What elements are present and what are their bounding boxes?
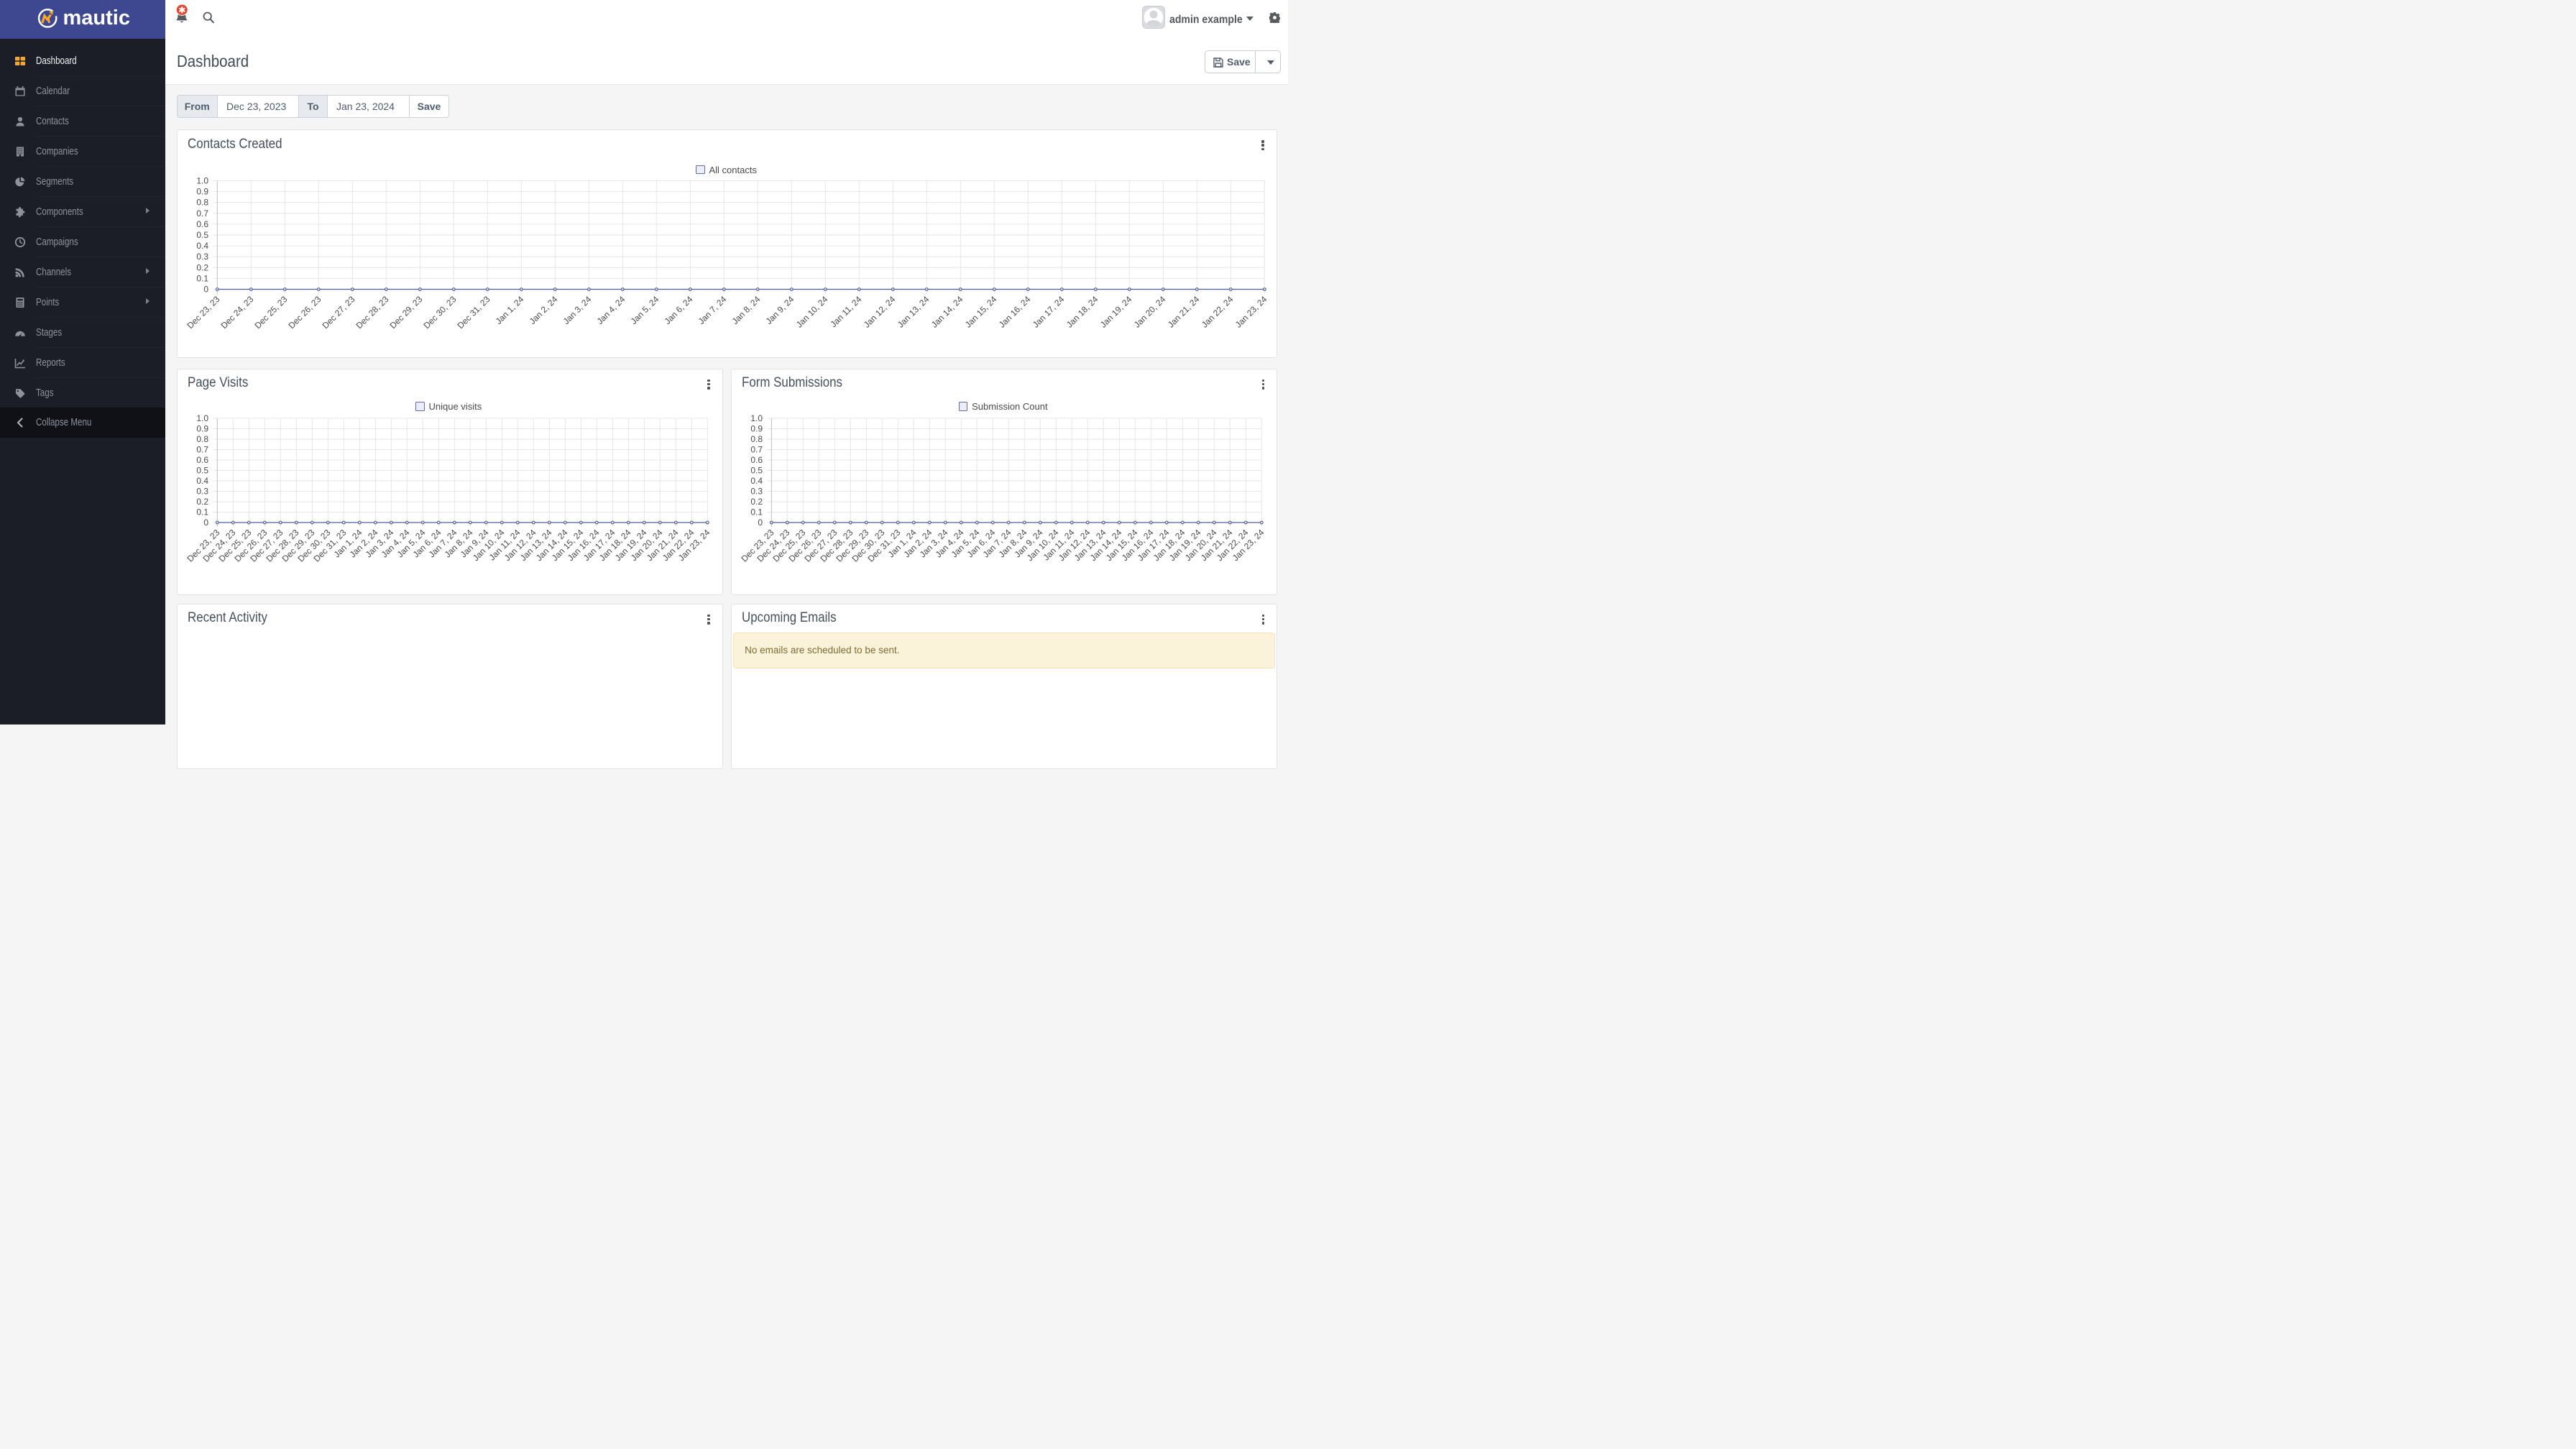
- svg-text:Jan 2, 24: Jan 2, 24: [527, 294, 559, 326]
- svg-text:Jan 17, 24: Jan 17, 24: [1030, 294, 1066, 330]
- svg-text:Dec 30, 23: Dec 30, 23: [421, 294, 458, 331]
- svg-text:Jan 1, 24: Jan 1, 24: [493, 294, 525, 326]
- svg-text:Jan 10, 24: Jan 10, 24: [794, 294, 829, 330]
- svg-text:Jan 8, 24: Jan 8, 24: [730, 294, 762, 326]
- svg-text:0.1: 0.1: [750, 507, 763, 517]
- svg-text:0.8: 0.8: [750, 434, 763, 444]
- svg-text:Jan 23, 24: Jan 23, 24: [1233, 294, 1269, 330]
- svg-text:0.7: 0.7: [196, 208, 208, 218]
- svg-text:0.4: 0.4: [196, 476, 208, 486]
- svg-text:Jan 19, 24: Jan 19, 24: [1098, 294, 1133, 330]
- svg-text:0.7: 0.7: [750, 444, 763, 454]
- svg-text:Jan 12, 24: Jan 12, 24: [861, 294, 897, 330]
- svg-text:Jan 18, 24: Jan 18, 24: [1064, 294, 1100, 330]
- svg-text:0.2: 0.2: [196, 497, 208, 507]
- svg-text:0.2: 0.2: [750, 497, 763, 507]
- svg-text:Jan 21, 24: Jan 21, 24: [1165, 294, 1201, 330]
- svg-text:Dec 31, 23: Dec 31, 23: [455, 294, 492, 331]
- svg-text:Dec 24, 23: Dec 24, 23: [218, 294, 255, 331]
- svg-text:0.8: 0.8: [196, 198, 208, 208]
- svg-text:1.0: 1.0: [196, 176, 208, 186]
- svg-text:0.7: 0.7: [196, 444, 208, 454]
- svg-text:Jan 22, 24: Jan 22, 24: [1199, 294, 1235, 330]
- svg-text:Dec 29, 23: Dec 29, 23: [387, 294, 424, 331]
- svg-text:0.9: 0.9: [196, 423, 208, 433]
- svg-text:Dec 26, 23: Dec 26, 23: [286, 294, 323, 331]
- svg-text:0.9: 0.9: [196, 187, 208, 197]
- svg-text:1.0: 1.0: [750, 413, 763, 423]
- svg-text:0.3: 0.3: [196, 486, 208, 496]
- svg-text:0.6: 0.6: [196, 219, 208, 229]
- svg-text:Jan 20, 24: Jan 20, 24: [1131, 294, 1167, 330]
- svg-text:Jan 9, 24: Jan 9, 24: [763, 294, 796, 326]
- svg-text:Jan 11, 24: Jan 11, 24: [828, 294, 863, 329]
- svg-text:0.6: 0.6: [750, 455, 763, 465]
- svg-text:0.1: 0.1: [196, 273, 208, 283]
- svg-text:0.3: 0.3: [750, 486, 763, 496]
- svg-text:0: 0: [203, 518, 208, 528]
- svg-text:0.5: 0.5: [750, 465, 763, 475]
- svg-text:0.6: 0.6: [196, 455, 208, 465]
- svg-text:0.1: 0.1: [196, 507, 208, 517]
- svg-text:Jan 3, 24: Jan 3, 24: [561, 294, 593, 326]
- svg-text:Jan 6, 24: Jan 6, 24: [662, 294, 694, 326]
- svg-text:0: 0: [758, 518, 763, 528]
- svg-text:Jan 16, 24: Jan 16, 24: [996, 294, 1032, 330]
- svg-text:Dec 25, 23: Dec 25, 23: [252, 294, 289, 331]
- svg-text:Jan 5, 24: Jan 5, 24: [628, 294, 661, 326]
- svg-text:Jan 13, 24: Jan 13, 24: [895, 294, 931, 330]
- svg-text:Dec 27, 23: Dec 27, 23: [320, 294, 356, 331]
- svg-text:0.4: 0.4: [196, 241, 208, 251]
- svg-text:Jan 4, 24: Jan 4, 24: [594, 294, 627, 326]
- svg-text:Jan 15, 24: Jan 15, 24: [962, 294, 998, 330]
- svg-text:0: 0: [203, 285, 208, 295]
- svg-text:0.2: 0.2: [196, 262, 208, 272]
- svg-text:Dec 28, 23: Dec 28, 23: [354, 294, 390, 331]
- svg-text:0.4: 0.4: [750, 476, 763, 486]
- svg-text:Dec 23, 23: Dec 23, 23: [185, 294, 221, 331]
- svg-text:Jan 14, 24: Jan 14, 24: [929, 294, 965, 330]
- svg-text:0.8: 0.8: [196, 434, 208, 444]
- svg-text:0.5: 0.5: [196, 465, 208, 475]
- svg-text:0.3: 0.3: [196, 252, 208, 262]
- svg-text:1.0: 1.0: [196, 413, 208, 423]
- svg-text:0.5: 0.5: [196, 230, 208, 240]
- svg-text:Jan 7, 24: Jan 7, 24: [696, 294, 728, 326]
- svg-text:0.9: 0.9: [750, 423, 763, 433]
